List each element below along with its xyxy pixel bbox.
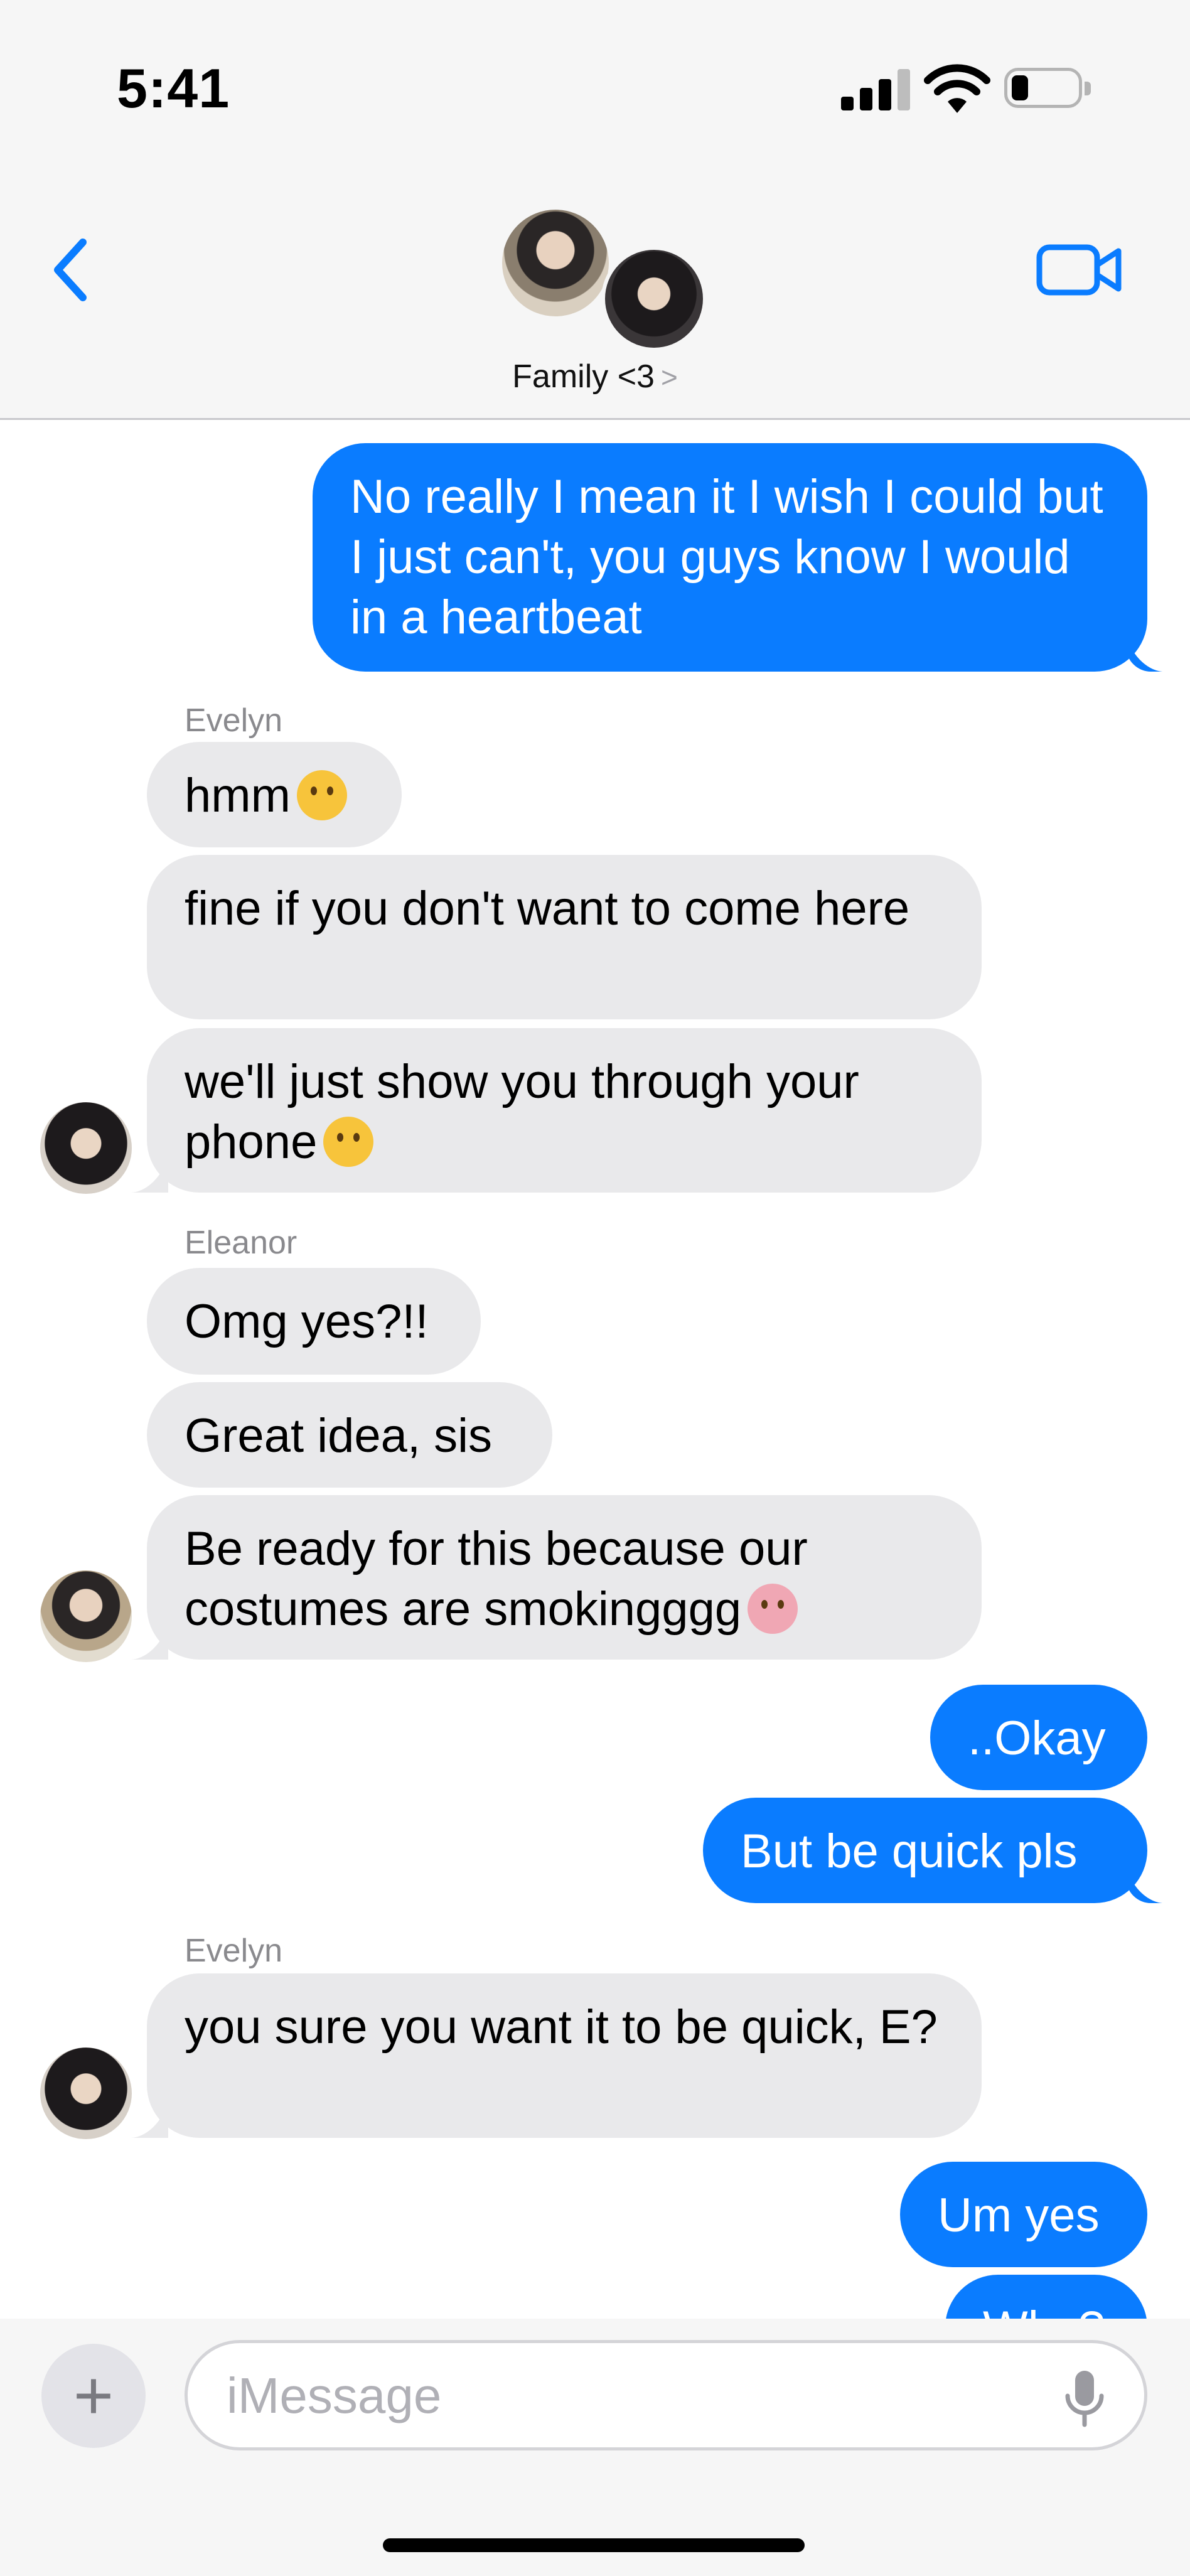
incoming-message[interactable]: hmm xyxy=(147,742,402,847)
incoming-message[interactable]: we'll just show you through your phone xyxy=(147,1028,982,1193)
outgoing-message[interactable]: No really I mean it I wish I could but I… xyxy=(313,443,1147,672)
message-text: Be ready for this because our costumes a… xyxy=(185,1522,808,1636)
battery-icon xyxy=(1004,68,1092,110)
message-text: hmm xyxy=(185,769,291,822)
cellular-signal-icon xyxy=(841,69,910,110)
home-indicator[interactable] xyxy=(383,2538,805,2552)
status-time: 5:41 xyxy=(117,57,230,119)
status-bar: 5:41 xyxy=(0,0,1190,176)
microphone-icon[interactable] xyxy=(1063,2368,1107,2428)
incoming-message[interactable]: fine if you don't want to come here xyxy=(147,855,982,1019)
message-composer: + iMessage xyxy=(0,2319,1190,2576)
outgoing-message[interactable]: Um yes xyxy=(900,2162,1147,2267)
video-call-icon[interactable] xyxy=(1036,239,1123,301)
message-text: Omg yes?!! xyxy=(185,1295,429,1348)
sender-name: Evelyn xyxy=(185,702,283,739)
conversation-header: Family <3 > xyxy=(0,176,1190,420)
group-name-label: Family <3 xyxy=(512,358,655,395)
thinking-face-emoji-icon xyxy=(296,770,347,820)
incoming-message[interactable]: you sure you want it to be quick, E? xyxy=(147,1973,982,2138)
sender-name: Eleanor xyxy=(185,1225,298,1261)
incoming-message[interactable]: Be ready for this because our costumes a… xyxy=(147,1495,982,1660)
message-text: Um yes xyxy=(938,2189,1100,2242)
winking-face-emoji-icon xyxy=(323,1117,374,1167)
outgoing-message[interactable]: But be quick pls xyxy=(703,1798,1147,1903)
outgoing-message[interactable]: ..Okay xyxy=(930,1685,1147,1790)
avatar-evelyn[interactable] xyxy=(40,2047,132,2139)
wifi-icon xyxy=(924,64,990,113)
message-text: But be quick pls xyxy=(741,1825,1078,1878)
avatar-eleanor[interactable] xyxy=(40,1570,132,1662)
sender-name: Evelyn xyxy=(185,1933,283,1969)
incoming-message[interactable]: Great idea, sis xyxy=(147,1382,552,1488)
message-text: fine if you don't want to come here xyxy=(185,882,910,935)
message-text: No really I mean it I wish I could but I… xyxy=(350,470,1103,644)
message-text: we'll just show you through your phone xyxy=(185,1055,859,1169)
tongue-emoji-icon xyxy=(748,1584,798,1634)
message-text: ..Okay xyxy=(968,1712,1106,1765)
group-avatar-eleanor[interactable] xyxy=(500,207,611,319)
group-name-button[interactable]: Family <3 > xyxy=(0,358,1190,395)
message-input[interactable]: iMessage xyxy=(185,2340,1147,2450)
incoming-message[interactable]: Omg yes?!! xyxy=(147,1268,481,1375)
back-chevron-icon[interactable] xyxy=(44,232,100,308)
add-attachment-button[interactable]: + xyxy=(41,2344,146,2448)
message-text: you sure you want it to be quick, E? xyxy=(185,2000,938,2054)
message-text: Great idea, sis xyxy=(185,1409,492,1462)
avatar-evelyn[interactable] xyxy=(40,1102,132,1194)
group-avatar-evelyn[interactable] xyxy=(601,246,707,352)
chevron-right-icon: > xyxy=(660,361,678,394)
message-input-placeholder: iMessage xyxy=(227,2368,442,2423)
